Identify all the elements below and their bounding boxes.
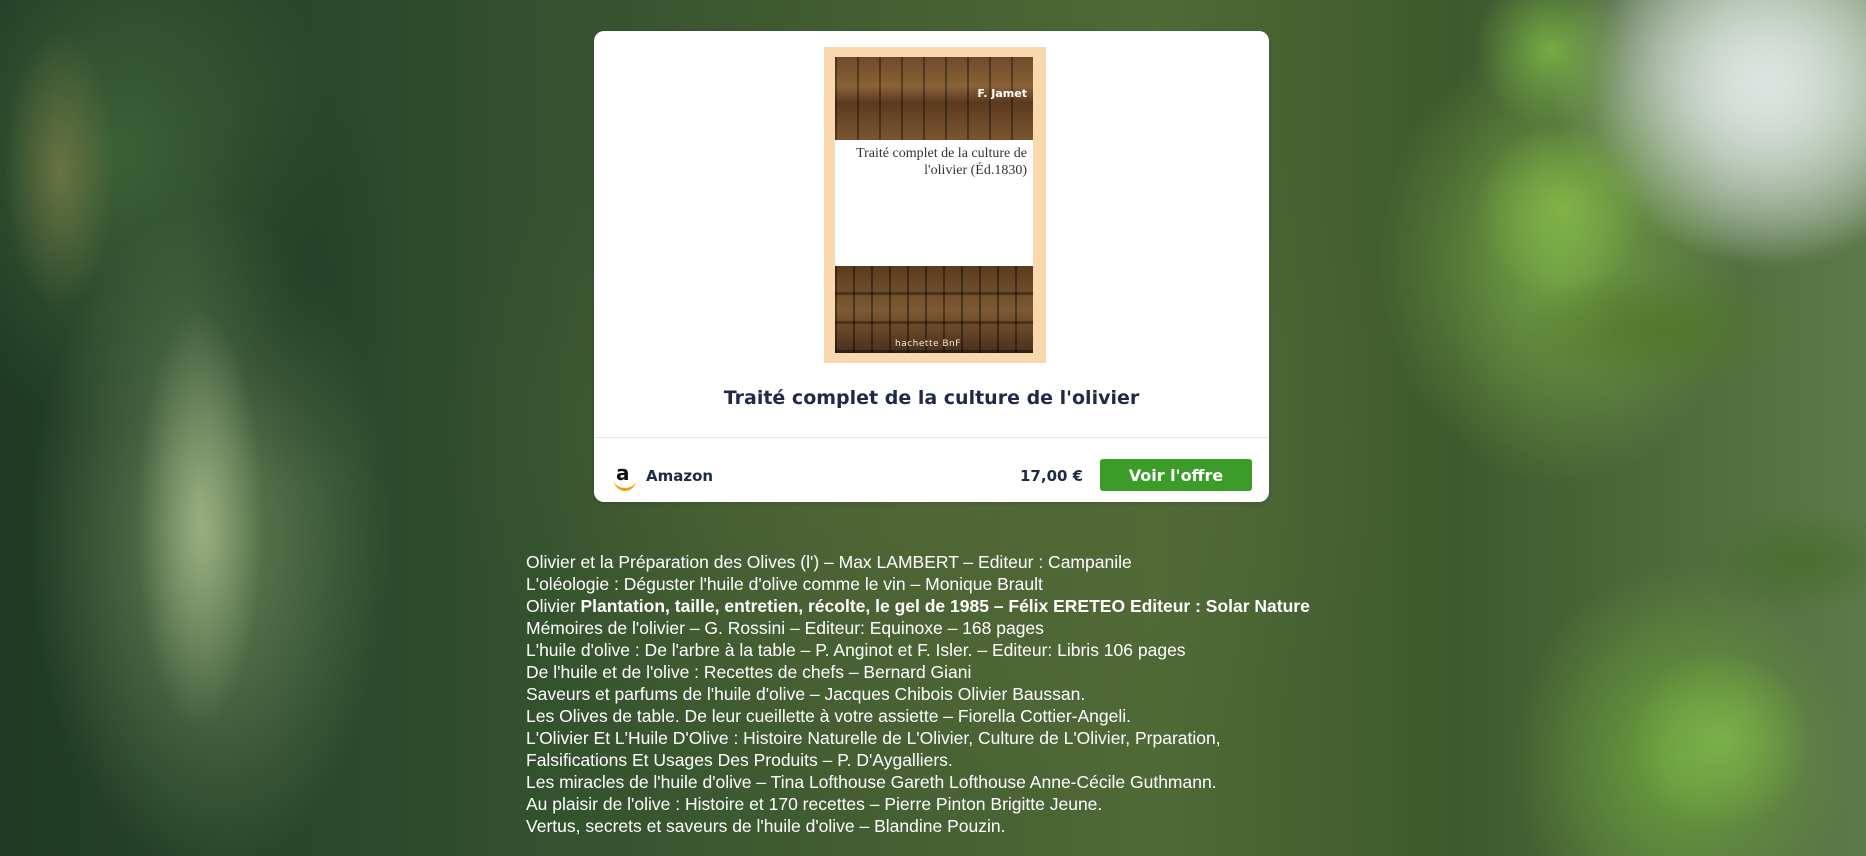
list-item: Les miracles de l'huile d'olive – Tina L… xyxy=(526,772,1217,792)
cover-title: Traité complet de la culture de l'olivie… xyxy=(856,146,1027,178)
list-item: Saveurs et parfums de l'huile d'olive – … xyxy=(526,684,1086,704)
book-cover-image[interactable]: F. Jamet Traité complet de la culture de… xyxy=(824,47,1046,363)
list-item: Mémoires de l'olivier – G. Rossini – Edi… xyxy=(526,618,1044,638)
list-item-prefix: Olivier xyxy=(526,596,581,616)
list-item-bold-text: Plantation, taille, entretien, récolte, … xyxy=(580,596,1310,616)
list-item: L'Olivier Et L'Huile D'Olive : Histoire … xyxy=(526,728,1221,770)
page-background: F. Jamet Traité complet de la culture de… xyxy=(0,0,1866,856)
list-item: Vertus, secrets et saveurs de l'huile d'… xyxy=(526,816,1006,836)
merchant: a Amazon xyxy=(612,461,713,491)
card-divider xyxy=(594,437,1269,438)
amazon-logo-icon: a xyxy=(612,462,638,491)
price: 17,00 € xyxy=(1020,467,1084,485)
book-list: Olivier et la Préparation des Olives (l'… xyxy=(526,551,1326,837)
cover-author: F. Jamet xyxy=(977,87,1027,100)
product-title[interactable]: Traité complet de la culture de l'olivie… xyxy=(594,387,1269,409)
background-photo-right xyxy=(1471,0,1866,856)
list-item: L'huile d'olive : De l'arbre à la table … xyxy=(526,640,1186,660)
book-cover-inner: F. Jamet Traité complet de la culture de… xyxy=(835,57,1033,353)
list-item: L'oléologie : Déguster l'huile d'olive c… xyxy=(526,574,1043,594)
cover-publisher-logo: hachette BnF xyxy=(895,339,961,349)
merchant-name: Amazon xyxy=(646,467,714,485)
list-item: Olivier et la Préparation des Olives (l'… xyxy=(526,552,1132,572)
view-offer-button[interactable]: Voir l'offre xyxy=(1100,459,1252,491)
list-item: Au plaisir de l'olive : Histoire et 170 … xyxy=(526,794,1103,814)
list-item: Les Olives de table. De leur cueillette … xyxy=(526,706,1132,726)
list-item: Olivier Plantation, taille, entretien, r… xyxy=(526,595,1326,617)
background-photo-left xyxy=(0,0,393,856)
list-item: De l'huile et de l'olive : Recettes de c… xyxy=(526,662,972,682)
product-card: F. Jamet Traité complet de la culture de… xyxy=(594,31,1269,502)
